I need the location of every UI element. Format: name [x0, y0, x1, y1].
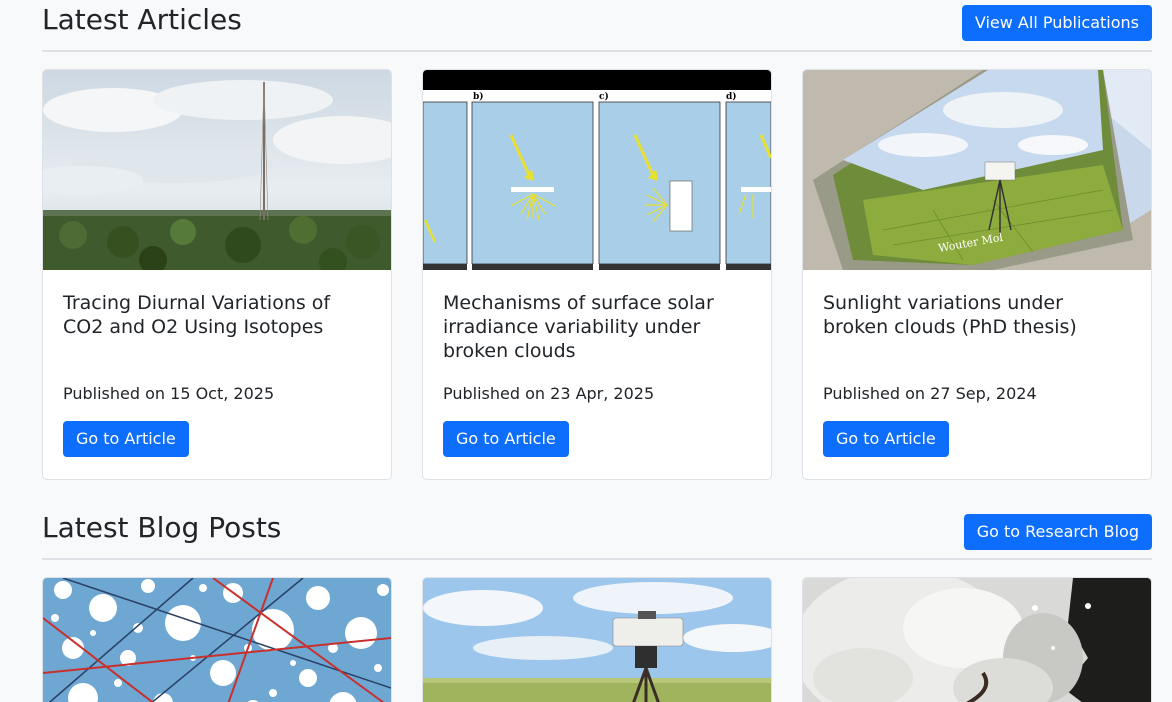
article-card: Wouter Mol Sunlight variations under bro…	[802, 69, 1152, 480]
circles-lines-picture	[43, 578, 391, 702]
article-card: b) c) d) Mechanisms of surface solar irr…	[422, 69, 772, 480]
article-title[interactable]: Sunlight variations under broken clouds …	[823, 291, 1123, 339]
blog-card[interactable]	[42, 577, 392, 702]
article-title[interactable]: Tracing Diurnal Variations of CO2 and O2…	[63, 291, 363, 339]
panel-label-d: d)	[726, 91, 737, 102]
irradiance-diagram-image[interactable]: b) c) d)	[423, 70, 771, 270]
thesis-books-picture: Wouter Mol	[803, 70, 1151, 270]
view-all-publications-button[interactable]: View All Publications	[961, 5, 1152, 41]
articles-section: Latest Articles View All Publications Tr…	[42, 0, 1152, 480]
rainforest-tower-picture	[43, 70, 391, 270]
rainforest-tower-image[interactable]	[43, 70, 391, 270]
article-card: Tracing Diurnal Variations of CO2 and O2…	[42, 69, 392, 480]
circles-lines-image[interactable]	[43, 578, 391, 702]
go-to-article-button[interactable]: Go to Article	[823, 421, 949, 457]
field-instrument-picture	[423, 578, 771, 702]
field-instrument-image[interactable]	[423, 578, 771, 702]
articles-header: Latest Articles View All Publications	[42, 0, 1152, 52]
blog-section: Latest Blog Posts Go to Research Blog	[42, 508, 1152, 702]
article-date: Published on 27 Sep, 2024	[823, 384, 1037, 403]
panel-label-c: c)	[599, 91, 609, 102]
blog-card[interactable]	[802, 577, 1152, 702]
article-date: Published on 15 Oct, 2025	[63, 384, 275, 403]
panel-label-b: b)	[473, 91, 484, 102]
go-to-research-blog-button[interactable]: Go to Research Blog	[963, 514, 1152, 550]
satellite-cloud-picture	[803, 578, 1151, 702]
blog-header: Latest Blog Posts Go to Research Blog	[42, 508, 1152, 560]
article-date: Published on 23 Apr, 2025	[443, 384, 655, 403]
satellite-cloud-image[interactable]	[803, 578, 1151, 702]
go-to-article-button[interactable]: Go to Article	[63, 421, 189, 457]
thesis-books-image[interactable]: Wouter Mol	[803, 70, 1151, 270]
article-title[interactable]: Mechanisms of surface solar irradiance v…	[443, 291, 743, 363]
blog-card[interactable]	[422, 577, 772, 702]
blog-title: Latest Blog Posts	[42, 511, 282, 544]
go-to-article-button[interactable]: Go to Article	[443, 421, 569, 457]
irradiance-diagram-picture: b) c) d)	[423, 70, 771, 270]
articles-title: Latest Articles	[42, 3, 242, 36]
